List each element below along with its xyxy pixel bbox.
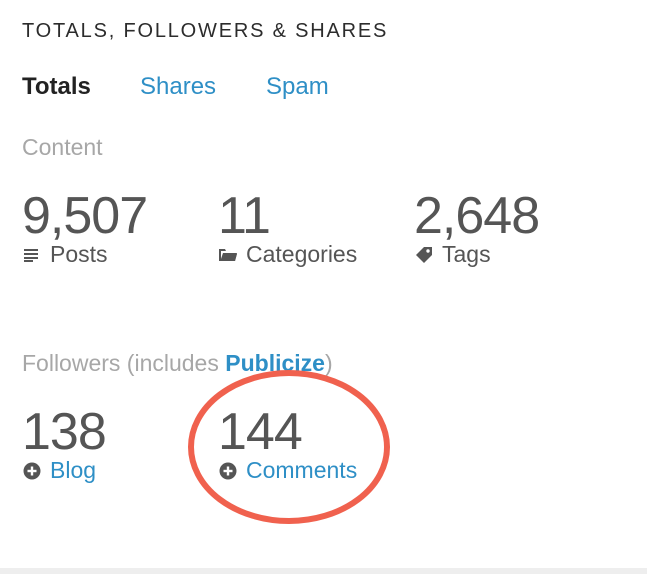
blog-link[interactable]: Blog	[22, 457, 106, 484]
followers-heading: Followers (includes Publicize)	[22, 350, 333, 377]
tags-label-row: Tags	[414, 241, 539, 268]
content-heading: Content	[22, 134, 103, 160]
blog-label: Blog	[50, 457, 97, 483]
blog-count: 138	[22, 403, 107, 461]
categories-label: Categories	[246, 241, 358, 267]
plus-circle-icon	[22, 461, 42, 481]
tags-count: 2,648	[414, 187, 540, 245]
comments-label: Comments	[246, 457, 358, 483]
comments-link[interactable]: Comments	[218, 457, 357, 484]
plus-circle-icon	[218, 461, 238, 481]
stat-posts: 9,507 Posts	[22, 187, 148, 268]
posts-label: Posts	[50, 241, 108, 267]
bottom-divider	[0, 568, 647, 574]
folder-icon	[218, 245, 238, 265]
posts-label-row: Posts	[22, 241, 147, 268]
comments-count: 144	[218, 403, 303, 461]
categories-label-row: Categories	[218, 241, 357, 268]
posts-icon	[22, 245, 42, 265]
tags-label: Tags	[442, 241, 491, 267]
tab-totals[interactable]: Totals	[22, 73, 91, 101]
tag-icon	[414, 245, 434, 265]
section-title: TOTALS, FOLLOWERS & SHARES	[22, 20, 389, 42]
tab-spam[interactable]: Spam	[266, 73, 329, 101]
categories-count: 11	[218, 187, 271, 245]
stat-tags: 2,648 Tags	[414, 187, 540, 268]
tab-shares[interactable]: Shares	[140, 73, 216, 101]
publicize-link[interactable]: Publicize	[225, 350, 325, 376]
followers-heading-text: Followers (includes	[22, 350, 226, 376]
stat-comments: 144 Comments	[218, 404, 357, 484]
stat-blog: 138 Blog	[22, 403, 107, 484]
posts-count: 9,507	[22, 187, 148, 245]
stat-categories: 11 Categories	[218, 188, 357, 268]
followers-heading-suffix: )	[324, 350, 333, 376]
